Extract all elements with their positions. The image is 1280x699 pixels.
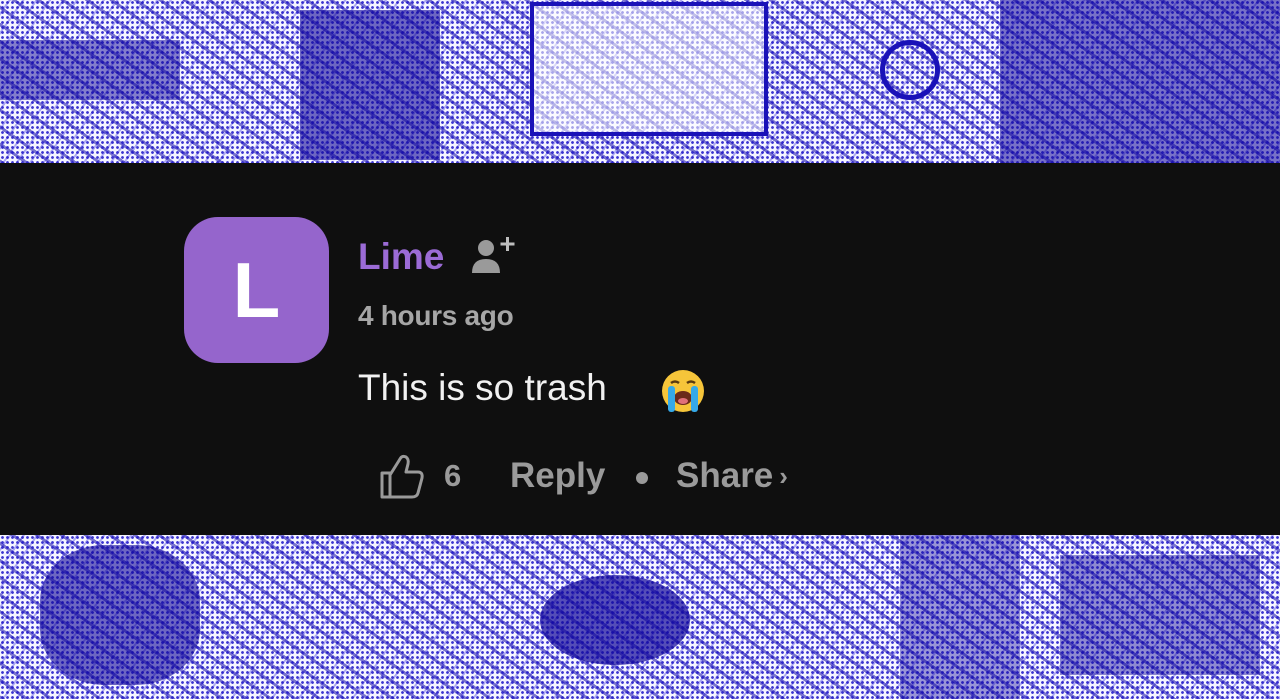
- person-add-icon[interactable]: [470, 233, 518, 277]
- manga-shading: [0, 40, 180, 100]
- share-label: Share: [676, 456, 774, 495]
- comment-text: This is so trash: [358, 367, 607, 408]
- decorative-banner-bottom: [0, 535, 1280, 699]
- separator-dot: [636, 472, 648, 484]
- loudly-crying-face-emoji-icon: [662, 370, 704, 412]
- manga-shading: [40, 545, 200, 685]
- manga-shading: [300, 10, 440, 160]
- manga-shading: [1000, 0, 1280, 163]
- manga-shading: [900, 535, 1020, 699]
- chevron-right-icon: ›: [779, 461, 788, 491]
- username[interactable]: Lime: [358, 237, 444, 277]
- manga-shading: [1060, 555, 1260, 675]
- thumbs-up-icon[interactable]: [378, 451, 428, 501]
- reply-button[interactable]: Reply: [510, 458, 605, 494]
- decorative-banner-top: [0, 0, 1280, 163]
- comment-card: L Lime 4 hours ago This is so trash 6 Re…: [0, 163, 1280, 535]
- avatar-letter: L: [232, 246, 281, 334]
- manga-panel: [530, 2, 768, 136]
- manga-shading: [540, 575, 690, 665]
- avatar[interactable]: L: [184, 217, 329, 363]
- share-button[interactable]: Share ›: [676, 458, 788, 496]
- like-count: 6: [444, 458, 462, 493]
- comment-timestamp: 4 hours ago: [358, 300, 514, 331]
- manga-swirl: [880, 40, 940, 100]
